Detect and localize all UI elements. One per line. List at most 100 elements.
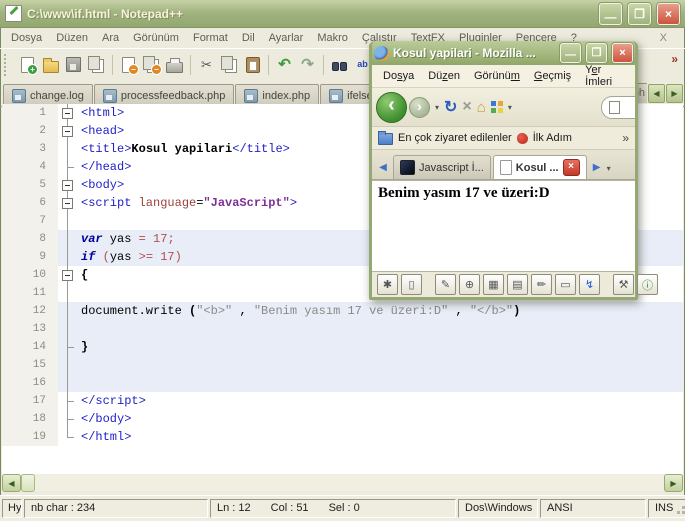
code-line[interactable]: 17 </script> — [2, 392, 683, 410]
code-line[interactable]: 13 — [2, 320, 683, 338]
scroll-left-icon[interactable] — [2, 474, 21, 492]
editor-tab[interactable]: change.log — [3, 84, 93, 106]
npp-open-folder-icon[interactable] — [40, 54, 61, 75]
menu-item[interactable]: Dosya — [376, 68, 421, 84]
menu-item[interactable]: Görünüm — [126, 30, 186, 46]
history-dropdown-icon[interactable] — [435, 103, 439, 112]
firebug-icon[interactable]: ✱ — [377, 274, 398, 295]
menu-item[interactable]: Görünüm — [467, 68, 527, 84]
editor-tab[interactable]: index.php — [235, 84, 320, 106]
code-line[interactable]: 16 — [2, 374, 683, 392]
code-text[interactable]: </script> — [78, 392, 683, 410]
fold-collapse-icon[interactable] — [62, 180, 73, 191]
menu-item[interactable]: Dosya — [4, 30, 49, 46]
tab-list-dropdown-icon[interactable] — [607, 164, 611, 173]
tab-scroll-right-icon[interactable] — [666, 83, 683, 103]
home-icon[interactable] — [477, 99, 486, 116]
fold-collapse-icon[interactable] — [62, 270, 73, 281]
toolbar-dropdown-icon[interactable] — [508, 103, 512, 112]
code-line[interactable]: 14} — [2, 338, 683, 356]
address-bar[interactable] — [601, 95, 635, 119]
fold-collapse-icon[interactable] — [62, 198, 73, 209]
firefox-minimize-button[interactable]: — — [560, 43, 581, 63]
fold-margin — [58, 356, 78, 374]
lightning-icon[interactable]: ↯ — [579, 274, 600, 295]
menu-item[interactable]: Düzen — [49, 30, 95, 46]
code-text[interactable] — [78, 356, 683, 374]
globe-icon[interactable]: ⊕ — [459, 274, 480, 295]
code-text[interactable] — [78, 374, 683, 392]
fold-collapse-icon[interactable] — [62, 126, 73, 137]
code-line[interactable]: 15 — [2, 356, 683, 374]
print-page-icon[interactable]: ▤ — [507, 274, 528, 295]
bookmark-most-visited[interactable]: En çok ziyaret edilenler — [398, 132, 512, 144]
npp-cut-icon[interactable]: ✂ — [196, 54, 217, 75]
npp-close-file-icon[interactable]: − — [118, 54, 139, 75]
npp-undo-icon[interactable]: ↶ — [274, 54, 295, 75]
npp-close-button[interactable]: × — [657, 2, 680, 25]
code-text[interactable]: </html> — [78, 428, 683, 446]
npp-new-file-icon[interactable]: + — [17, 54, 38, 75]
forward-icon[interactable] — [409, 96, 430, 118]
code-line[interactable]: 18 </body> — [2, 410, 683, 428]
code-line[interactable]: 19 </html> — [2, 428, 683, 446]
npp-copy-icon[interactable] — [219, 54, 240, 75]
browser-tab[interactable]: Javascript İ... — [393, 155, 491, 179]
menu-item[interactable]: Yer İmleri — [578, 62, 635, 90]
menu-item[interactable]: Makro — [310, 30, 355, 46]
firefox-maximize-button[interactable]: ❐ — [586, 43, 607, 63]
browser-tab[interactable]: Kosul ... × — [492, 155, 587, 179]
menu-item[interactable]: Format — [186, 30, 235, 46]
code-text[interactable]: document.write ("<b>" , "Benim yasım 17 … — [78, 302, 683, 320]
stop-icon[interactable] — [462, 98, 471, 116]
save-page-icon[interactable]: ▦ — [483, 274, 504, 295]
info-icon[interactable]: ⓘ — [637, 274, 658, 295]
tab-close-icon[interactable]: × — [562, 159, 580, 176]
menu-item[interactable]: Ayarlar — [262, 30, 311, 46]
toolbar-grip[interactable] — [4, 53, 12, 76]
status-insert-mode[interactable]: INS — [648, 499, 685, 518]
back-icon[interactable] — [376, 91, 407, 123]
npp-close-all-icon[interactable]: − — [141, 54, 162, 75]
bookmarks-overflow-icon[interactable]: » — [622, 131, 629, 145]
npp-save-icon[interactable] — [63, 54, 84, 75]
npp-find-icon[interactable] — [329, 54, 350, 75]
tab-scroll-left-icon[interactable] — [648, 83, 665, 103]
tools-icon[interactable]: ⚒ — [613, 274, 634, 295]
code-text[interactable]: </body> — [78, 410, 683, 428]
npp-doc-close-icon[interactable]: X — [660, 32, 667, 44]
toolbar-overflow-icon[interactable]: » — [671, 52, 678, 66]
horizontal-scrollbar[interactable] — [2, 473, 683, 492]
code-line[interactable]: 12 document.write ("<b>" , "Benim yasım 1… — [2, 302, 683, 320]
new-doc-icon[interactable]: ▯ — [401, 274, 422, 295]
npp-redo-icon[interactable]: ↷ — [297, 54, 318, 75]
panel-icon[interactable]: ▭ — [555, 274, 576, 295]
line-number: 1 — [2, 104, 58, 122]
menu-item[interactable]: Ara — [95, 30, 126, 46]
npp-paste-icon[interactable] — [242, 54, 263, 75]
code-text[interactable]: } — [78, 338, 683, 356]
speed-dial-icon[interactable] — [490, 101, 503, 113]
fold-collapse-icon[interactable] — [62, 108, 73, 119]
reload-icon[interactable] — [444, 97, 457, 117]
tabs-scroll-left-icon[interactable] — [375, 156, 391, 178]
edit-pen-icon[interactable]: ✎ — [435, 274, 456, 295]
fold-margin — [58, 104, 78, 122]
editor-tab[interactable]: processfeedback.php — [93, 84, 235, 106]
compose-icon[interactable]: ✏ — [531, 274, 552, 295]
npp-save-all-icon[interactable] — [86, 54, 107, 75]
saved-file-icon — [12, 88, 26, 103]
menu-item[interactable]: Geçmiş — [527, 68, 578, 84]
npp-minimize-button[interactable]: — — [599, 2, 622, 25]
npp-print-icon[interactable] — [164, 54, 185, 75]
firefox-close-button[interactable]: × — [612, 43, 633, 63]
code-text[interactable] — [78, 320, 683, 338]
menu-item[interactable]: Düzen — [421, 68, 467, 84]
bookmark-ilk-adim[interactable]: İlk Adım — [533, 132, 572, 144]
menu-item[interactable]: Dil — [235, 30, 262, 46]
tab-favicon — [499, 160, 512, 175]
scroll-right-icon[interactable] — [664, 474, 683, 492]
scrollbar-thumb[interactable] — [21, 474, 35, 492]
npp-maximize-button[interactable]: ❐ — [628, 2, 651, 25]
tabs-scroll-right-icon[interactable] — [589, 156, 605, 178]
